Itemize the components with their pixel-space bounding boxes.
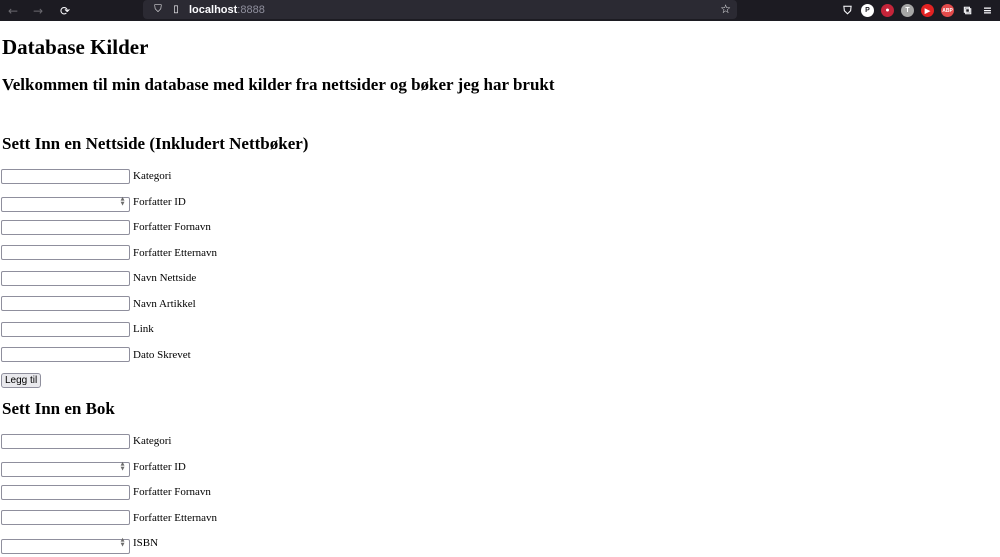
form-row-kategori: Kategori bbox=[1, 168, 171, 184]
page-title: Database Kilder bbox=[2, 35, 149, 59]
bookmark-star-icon[interactable]: ☆ bbox=[720, 0, 731, 19]
forfatter-id-number-field[interactable]: ▲ ▼ bbox=[1, 459, 130, 477]
form-row-navn-nettside: Navn Nettside bbox=[1, 270, 196, 286]
kategori-label: Kategori bbox=[133, 435, 172, 447]
forfatter-etternavn-input[interactable] bbox=[1, 510, 130, 525]
form-row-link: Link bbox=[1, 321, 154, 337]
forfatter-id-input[interactable] bbox=[1, 462, 130, 477]
forfatter-etternavn-label: Forfatter Etternavn bbox=[133, 246, 217, 259]
kategori-label: Kategori bbox=[133, 170, 172, 182]
forfatter-etternavn-label: Forfatter Etternavn bbox=[133, 511, 217, 524]
form-row-dato-skrevet: Dato Skrevet bbox=[1, 347, 191, 363]
form-row-forfatter-etternavn: Forfatter Etternavn bbox=[1, 510, 217, 526]
website-section-heading: Sett Inn en Nettside (Inkludert Nettbøke… bbox=[2, 134, 309, 153]
book-section-heading: Sett Inn en Bok bbox=[2, 399, 115, 418]
form-row-isbn: ▲ ▼ ISBN bbox=[1, 535, 159, 554]
translate-icon[interactable]: T bbox=[901, 4, 914, 17]
isbn-number-field[interactable]: ▲ ▼ bbox=[1, 536, 130, 554]
forfatter-id-input[interactable] bbox=[1, 197, 130, 212]
url-text[interactable]: localhost:8888 bbox=[189, 4, 265, 16]
back-button[interactable]: ← bbox=[2, 0, 24, 21]
form-row-forfatter-id: ▲ ▼ Forfatter ID bbox=[1, 459, 186, 477]
welcome-heading: Velkommen til min database med kilder fr… bbox=[2, 75, 555, 94]
navn-artikkel-input[interactable] bbox=[1, 296, 130, 311]
browser-toolbar: ← → ⟳ ⛉ ▯ localhost:8888 ☆ ⛉ P ● T ▶ ABP ⧉ ≡ bbox=[0, 0, 1000, 21]
forfatter-fornavn-input[interactable] bbox=[1, 484, 130, 500]
isbn-input[interactable] bbox=[1, 538, 130, 554]
link-input[interactable] bbox=[1, 321, 130, 337]
form-row-forfatter-etternavn: Forfatter Etternavn bbox=[1, 245, 217, 261]
add-website-button[interactable]: Legg til bbox=[1, 373, 42, 388]
kategori-input[interactable] bbox=[1, 433, 130, 449]
form-row-forfatter-fornavn: Forfatter Fornavn bbox=[1, 219, 211, 235]
number-spinner-icon[interactable]: ▲ ▼ bbox=[118, 461, 127, 472]
form-row-forfatter-id: ▲ ▼ Forfatter ID bbox=[1, 194, 186, 212]
forfatter-fornavn-input[interactable] bbox=[1, 219, 130, 235]
shield-icon[interactable]: ⛉ bbox=[149, 0, 167, 19]
reload-button[interactable]: ⟳ bbox=[54, 0, 76, 21]
link-label: Link bbox=[133, 323, 154, 335]
forfatter-id-label: Forfatter ID bbox=[133, 460, 186, 473]
number-spinner-icon[interactable]: ▲ ▼ bbox=[118, 538, 127, 549]
extension-toolbar: ⛉ P ● T ▶ ABP ⧉ ≡ bbox=[841, 0, 994, 21]
isbn-label: ISBN bbox=[133, 537, 159, 549]
forfatter-fornavn-label: Forfatter Fornavn bbox=[133, 221, 211, 233]
form-row-kategori: Kategori bbox=[1, 433, 171, 449]
forfatter-etternavn-input[interactable] bbox=[1, 245, 130, 260]
forfatter-id-label: Forfatter ID bbox=[133, 195, 186, 208]
record-icon[interactable]: ● bbox=[881, 4, 894, 17]
number-spinner-icon[interactable]: ▲ ▼ bbox=[118, 196, 127, 207]
extensions-icon[interactable]: ⧉ bbox=[961, 4, 974, 17]
profile-icon[interactable]: P bbox=[861, 4, 874, 17]
forfatter-id-number-field[interactable]: ▲ ▼ bbox=[1, 194, 130, 212]
forfatter-fornavn-label: Forfatter Fornavn bbox=[133, 486, 211, 498]
form-row-forfatter-fornavn: Forfatter Fornavn bbox=[1, 484, 211, 500]
adblock-icon[interactable]: ABP bbox=[941, 4, 954, 17]
address-bar[interactable]: ⛉ ▯ localhost:8888 ☆ bbox=[143, 0, 737, 19]
page-info-icon[interactable]: ▯ bbox=[167, 0, 185, 19]
pocket-icon[interactable]: ⛉ bbox=[841, 4, 854, 17]
dato-skrevet-label: Dato Skrevet bbox=[133, 348, 191, 361]
navn-nettside-input[interactable] bbox=[1, 270, 130, 286]
navn-nettside-label: Navn Nettside bbox=[133, 272, 197, 284]
youtube-icon[interactable]: ▶ bbox=[921, 4, 934, 17]
form-row-navn-artikkel: Navn Artikkel bbox=[1, 296, 196, 312]
dato-skrevet-input[interactable] bbox=[1, 347, 130, 362]
kategori-input[interactable] bbox=[1, 168, 130, 184]
forward-button[interactable]: → bbox=[27, 0, 49, 21]
page-content: Database Kilder Velkommen til min databa… bbox=[1, 21, 1000, 557]
menu-icon[interactable]: ≡ bbox=[981, 4, 994, 17]
navn-artikkel-label: Navn Artikkel bbox=[133, 297, 196, 310]
